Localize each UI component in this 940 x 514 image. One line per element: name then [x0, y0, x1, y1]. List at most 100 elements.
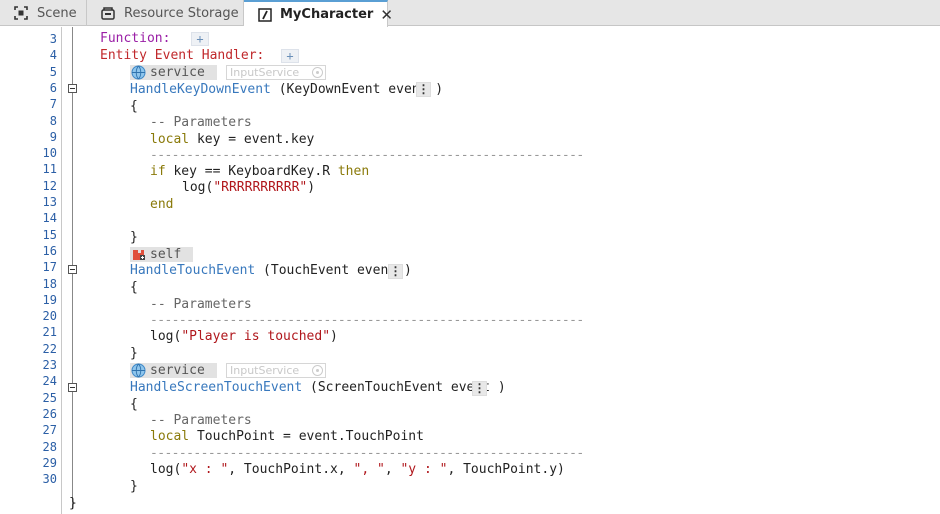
keyword: end	[150, 197, 174, 212]
code-line: {	[130, 280, 138, 295]
code-comment: -- Parameters	[150, 413, 252, 428]
code-comment: -- Parameters	[150, 115, 252, 130]
entity-icon	[130, 247, 146, 262]
separator-line: ----------------------------------------…	[150, 148, 584, 163]
string-literal: "RRRRRRRRRR"	[213, 180, 308, 195]
line-number: 4	[49, 48, 57, 63]
line-number: 3	[49, 32, 57, 46]
line-number: 9	[49, 129, 57, 144]
line-number: 14	[42, 211, 57, 226]
service-placeholder: InputService	[230, 364, 300, 377]
more-options-button[interactable]: ⋮	[416, 82, 431, 97]
string-literal: "y : "	[400, 462, 448, 477]
tab-bar: Scene Resource Storage MyCharacter ✕	[0, 0, 940, 27]
code-line: {	[130, 99, 138, 114]
code-line: Entity Event Handler:	[100, 48, 264, 64]
service-select[interactable]: InputService	[226, 65, 326, 80]
tab-label: Scene	[37, 5, 77, 21]
add-function-button[interactable]: +	[191, 32, 209, 46]
code-line: Function:	[100, 31, 170, 47]
separator-line: ----------------------------------------…	[150, 313, 584, 328]
more-options-button[interactable]: ⋮	[472, 381, 487, 396]
line-number: 20	[42, 309, 57, 324]
line-number: 16	[42, 243, 57, 258]
code-text: TouchPoint = event.TouchPoint	[189, 429, 424, 444]
tab-label: Resource Storage	[124, 5, 239, 21]
tab-mycharacter[interactable]: MyCharacter ✕	[244, 0, 393, 27]
globe-icon	[130, 363, 146, 378]
code-line: if key == KeyboardKey.R then	[150, 164, 369, 180]
fold-toggle-icon[interactable]	[68, 265, 77, 274]
line-number: 6	[49, 80, 57, 95]
code-text: log(	[150, 329, 182, 344]
code-line: {	[130, 397, 138, 412]
line-number: 12	[42, 178, 57, 193]
line-number: 17	[42, 260, 57, 275]
chip-label: service	[150, 65, 205, 80]
entity-event-handler-label: Entity Event Handler:	[100, 48, 265, 63]
line-number: 24	[42, 374, 57, 389]
code-line: HandleKeyDownEvent (KeyDownEvent event )	[130, 82, 443, 98]
code-line: log("RRRRRRRRRR")	[182, 180, 315, 196]
add-event-handler-button[interactable]: +	[281, 49, 299, 63]
self-chip[interactable]: self	[130, 247, 194, 262]
service-placeholder: InputService	[230, 66, 300, 79]
line-number: 22	[42, 341, 57, 356]
separator-line: ----------------------------------------…	[150, 446, 584, 461]
fold-toggle-icon[interactable]	[68, 383, 77, 392]
script-icon	[258, 7, 272, 23]
target-icon[interactable]	[312, 365, 323, 376]
code-text: ,	[384, 462, 401, 477]
line-number: 29	[42, 455, 57, 470]
storage-icon	[100, 5, 116, 21]
string-literal: "Player is touched"	[181, 329, 331, 344]
code-line: HandleScreenTouchEvent (ScreenTouchEvent…	[130, 380, 506, 396]
handler-name[interactable]: HandleTouchEvent	[130, 263, 255, 278]
code-comment: -- Parameters	[150, 297, 252, 312]
fold-toggle-icon[interactable]	[68, 84, 77, 93]
code-line: log("Player is touched")	[150, 329, 338, 345]
line-number: 26	[42, 406, 57, 421]
line-number: 23	[42, 358, 57, 372]
service-chip[interactable]: service	[130, 363, 217, 378]
line-number: 7	[49, 97, 57, 112]
service-select[interactable]: InputService	[226, 363, 326, 378]
line-number-gutter: 3 4 5 6 7 8 9 10 11 12 13 14 15 16 17 18 19 20 21 22 23 24 25 2…	[0, 27, 57, 514]
globe-icon	[130, 65, 146, 80]
chip-label: service	[150, 363, 205, 378]
tab-resource-storage[interactable]: Resource Storage	[87, 0, 244, 26]
line-number: 30	[42, 472, 57, 487]
code-text: log(	[150, 462, 182, 477]
line-number: 10	[42, 146, 57, 161]
line-number: 25	[42, 390, 57, 405]
scene-icon	[13, 5, 29, 21]
line-number: 13	[42, 195, 57, 209]
keyword: then	[337, 164, 370, 179]
line-number: 28	[42, 439, 57, 454]
code-text: )	[330, 329, 338, 344]
more-options-button[interactable]: ⋮	[388, 264, 403, 279]
tab-scene[interactable]: Scene	[0, 0, 87, 26]
chip-label: self	[150, 247, 182, 262]
handler-name[interactable]: HandleKeyDownEvent	[130, 82, 271, 97]
code-text: )	[307, 180, 316, 195]
line-number: 27	[42, 423, 57, 438]
code-editor[interactable]: 3 4 5 6 7 8 9 10 11 12 13 14 15 16 17 18 19 20 21 22 23 24 25 2…	[0, 27, 940, 514]
keyword: if	[150, 164, 166, 179]
line-number: 15	[42, 227, 57, 242]
code-line: }	[130, 346, 138, 361]
code-line: HandleTouchEvent (TouchEvent event )	[130, 263, 412, 279]
target-icon[interactable]	[312, 67, 323, 78]
tab-label: MyCharacter	[280, 7, 374, 22]
code-line: }	[69, 496, 77, 511]
code-text: key = event.key	[189, 132, 315, 147]
close-icon[interactable]: ✕	[380, 6, 393, 24]
code-line: }	[130, 230, 138, 245]
line-number: 8	[49, 113, 57, 128]
service-chip[interactable]: service	[130, 65, 217, 80]
code-text: , TouchPoint.x,	[228, 462, 354, 477]
line-number: 19	[42, 292, 57, 307]
handler-name[interactable]: HandleScreenTouchEvent	[130, 380, 302, 395]
code-line: log("x : ", TouchPoint.x, ", ", "y : ", …	[150, 462, 565, 478]
function-section-label: Function:	[100, 31, 171, 46]
